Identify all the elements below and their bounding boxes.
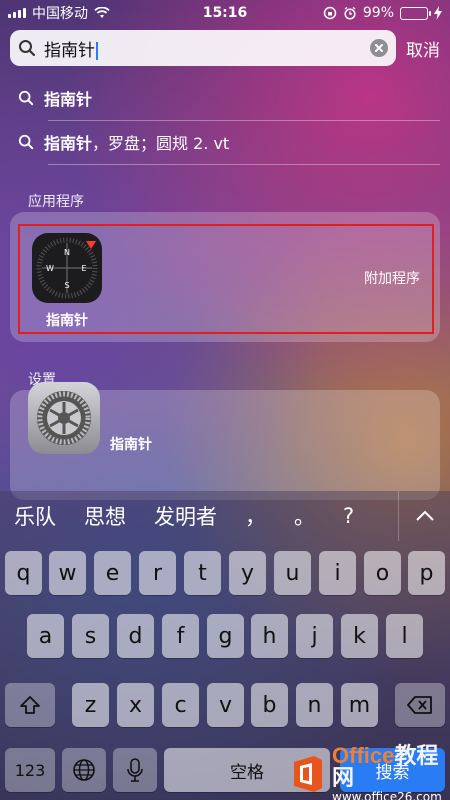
key-w[interactable]: w: [49, 551, 86, 595]
divider: [48, 164, 440, 165]
compass-app-icon[interactable]: N E S W: [32, 233, 102, 303]
key-p[interactable]: p: [408, 551, 445, 595]
candidate-item[interactable]: 发明者: [154, 501, 217, 531]
watermark-url: www.office26.com: [332, 790, 442, 800]
key-o[interactable]: o: [364, 551, 401, 595]
key-e[interactable]: e: [94, 551, 131, 595]
gear-icon[interactable]: [28, 382, 100, 454]
key-v[interactable]: v: [207, 683, 244, 727]
key-d[interactable]: d: [117, 614, 154, 658]
search-field[interactable]: 指南针: [10, 30, 396, 66]
backspace-icon: [407, 696, 432, 714]
globe-icon: [73, 759, 95, 781]
key-j[interactable]: j: [296, 614, 333, 658]
microphone-key[interactable]: [113, 748, 157, 792]
app-extra-label: 附加程序: [364, 271, 420, 287]
compass-e-label: E: [81, 264, 86, 273]
key-l[interactable]: l: [386, 614, 423, 658]
key-i[interactable]: i: [319, 551, 356, 595]
battery-icon: [400, 6, 431, 20]
candidate-item[interactable]: 乐队: [14, 501, 56, 531]
key-z[interactable]: z: [72, 683, 109, 727]
section-label-apps: 应用程序: [28, 194, 84, 210]
chevron-up-icon[interactable]: [398, 491, 450, 541]
candidate-item[interactable]: ?: [343, 504, 354, 528]
search-row: 指南针 取消: [10, 30, 440, 66]
suggestion-item[interactable]: 指南针: [18, 76, 432, 120]
settings-result-label: 指南针: [110, 437, 152, 453]
shift-icon: [20, 696, 40, 714]
key-r[interactable]: r: [139, 551, 176, 595]
alarm-icon: [344, 6, 356, 20]
suggestion-text: 指南针: [44, 90, 93, 109]
status-bar: 中国移动 15:16 99%: [0, 0, 450, 26]
shift-key[interactable]: [5, 683, 55, 727]
compass-s-label: S: [64, 281, 69, 290]
key-k[interactable]: k: [341, 614, 378, 658]
candidate-bar: 乐队 思想 发明者 ， 。 ?: [0, 491, 450, 541]
key-f[interactable]: f: [162, 614, 199, 658]
watermark-logo: Office教程网 www.office26.com: [288, 745, 450, 800]
key-t[interactable]: t: [184, 551, 221, 595]
globe-key[interactable]: [62, 748, 106, 792]
clear-icon[interactable]: [370, 39, 388, 57]
key-q[interactable]: q: [5, 551, 42, 595]
suggestion-text: 指南针，罗盘；圆规 2. vt: [44, 134, 230, 153]
microphone-icon: [127, 758, 143, 782]
app-name-label: 指南针: [46, 313, 88, 329]
key-a[interactable]: a: [27, 614, 64, 658]
numbers-key[interactable]: 123: [5, 748, 55, 792]
candidate-item[interactable]: ，: [245, 501, 266, 531]
key-m[interactable]: m: [341, 683, 378, 727]
key-b[interactable]: b: [251, 683, 288, 727]
key-s[interactable]: s: [72, 614, 109, 658]
search-icon: [19, 40, 36, 57]
key-u[interactable]: u: [274, 551, 311, 595]
delete-key[interactable]: [395, 683, 445, 727]
key-g[interactable]: g: [207, 614, 244, 658]
key-h[interactable]: h: [251, 614, 288, 658]
search-icon: [18, 90, 34, 106]
key-y[interactable]: y: [229, 551, 266, 595]
search-input[interactable]: 指南针: [44, 36, 362, 61]
compass-w-label: W: [46, 264, 54, 273]
battery-percent: 99%: [362, 5, 394, 21]
compass-n-label: N: [64, 248, 70, 257]
cancel-button[interactable]: 取消: [406, 36, 440, 61]
search-icon: [18, 134, 34, 150]
charging-icon: [434, 6, 442, 20]
candidate-item[interactable]: 。: [294, 501, 315, 531]
suggestion-item[interactable]: 指南针，罗盘；圆规 2. vt: [18, 120, 432, 164]
key-n[interactable]: n: [296, 683, 333, 727]
key-c[interactable]: c: [162, 683, 199, 727]
candidate-item[interactable]: 思想: [84, 501, 126, 531]
orientation-lock-icon: [323, 6, 337, 20]
key-x[interactable]: x: [117, 683, 154, 727]
office-logo-icon: [288, 754, 328, 794]
